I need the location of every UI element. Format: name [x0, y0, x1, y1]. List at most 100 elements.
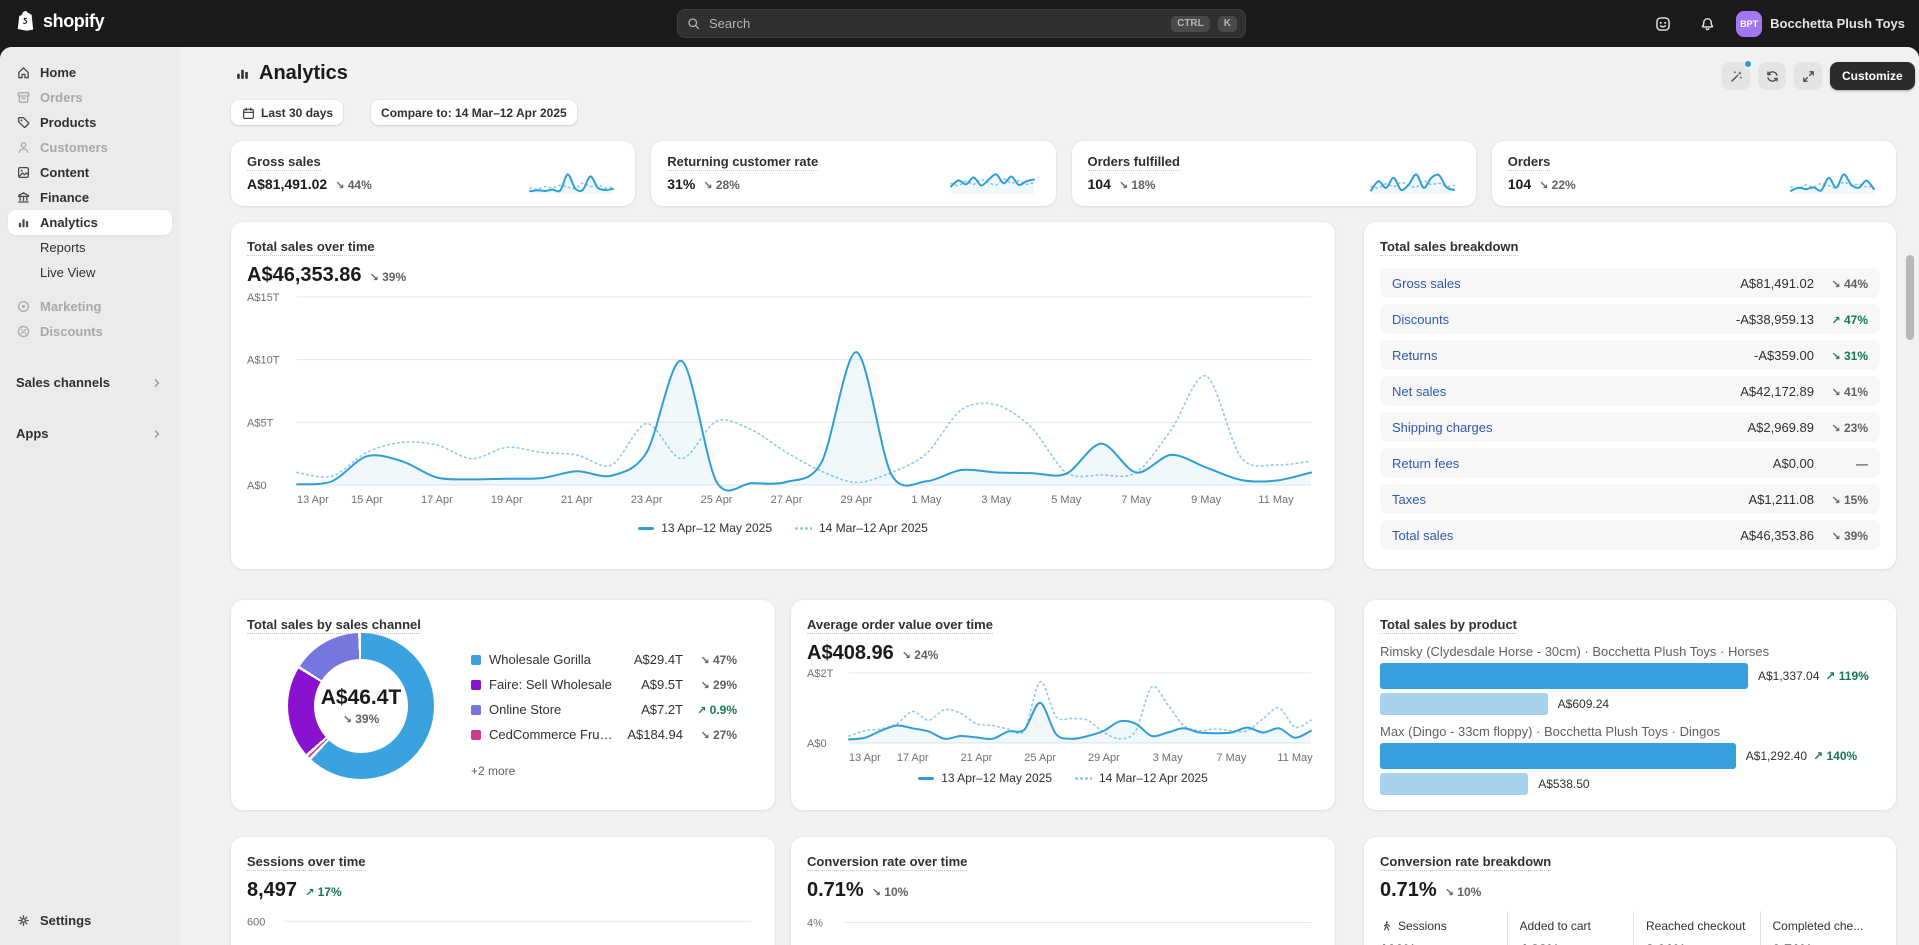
customize-button[interactable]: Customize: [1830, 62, 1915, 90]
product-bar-current: [1380, 743, 1736, 769]
breakdown-label-link[interactable]: Returns: [1392, 348, 1754, 363]
sidebar-item-orders[interactable]: Orders: [8, 85, 172, 110]
svg-text:25 Apr: 25 Apr: [1024, 752, 1056, 764]
shopify-wordmark: shopify: [43, 11, 105, 31]
product-bar-value: A$1,337.04 ↗ 119%: [1758, 669, 1869, 683]
breakdown-label-link[interactable]: Shipping charges: [1392, 420, 1747, 435]
date-range-button[interactable]: Last 30 days: [231, 100, 344, 125]
sidebar-item-analytics[interactable]: Analytics: [8, 210, 172, 235]
nav-gap: [8, 285, 172, 294]
sidebar-section-apps[interactable]: Apps: [8, 421, 172, 446]
sidebar-item-finance[interactable]: Finance: [8, 185, 172, 210]
fullscreen-button[interactable]: [1794, 62, 1822, 90]
sidebar-item-reports[interactable]: Reports: [8, 235, 172, 260]
products-icon: [16, 115, 31, 130]
breakdown-label-link[interactable]: Taxes: [1392, 492, 1748, 507]
funnel-step-header: Reached checkout: [1646, 917, 1760, 935]
global-search[interactable]: CTRL K: [677, 9, 1246, 38]
svg-text:29 Apr: 29 Apr: [1088, 752, 1120, 764]
sidebar-item-live-view[interactable]: Live View: [8, 260, 172, 285]
sparkline: [949, 173, 1035, 194]
compare-label: Compare to: 14 Mar–12 Apr 2025: [381, 105, 567, 120]
svg-text:A$10T: A$10T: [247, 355, 280, 367]
change-indicator: ↘ 29%: [700, 678, 737, 692]
breakdown-change: ↗ 47%: [1814, 312, 1868, 327]
finance-icon: [16, 190, 31, 205]
more-channels-link[interactable]: +2 more: [471, 764, 515, 778]
legend-label: 13 Apr–12 May 2025: [661, 521, 772, 535]
svg-text:7 May: 7 May: [1216, 752, 1246, 764]
legend-item: 14 Mar–12 Apr 2025: [1074, 771, 1208, 785]
breakdown-label-link[interactable]: Net sales: [1392, 384, 1740, 399]
change-indicator: ↘ 39%: [369, 270, 407, 284]
change-indicator: ↘ 10%: [871, 885, 909, 899]
breakdown-change: ↘ 39%: [1814, 528, 1868, 543]
change-indicator: ↘ 28%: [703, 178, 740, 192]
content-icon: [16, 165, 31, 180]
product-bar-row: A$538.50: [1380, 773, 1880, 795]
walker-icon: [1380, 920, 1393, 933]
svg-text:17 Apr: 17 Apr: [897, 752, 929, 764]
search-input[interactable]: [709, 16, 1164, 31]
refresh-button[interactable]: [1758, 62, 1786, 90]
product-bar-row: A$1,292.40 ↗ 140%: [1380, 743, 1880, 769]
card-title: Total sales by sales channel: [247, 617, 421, 634]
breakdown-label-link[interactable]: Gross sales: [1392, 276, 1740, 291]
shopify-logo[interactable]: shopify: [16, 10, 105, 33]
conversion-chart: 4%2%: [807, 918, 1311, 930]
store-menu[interactable]: BPT Bocchetta Plush Toys: [1736, 10, 1905, 37]
breakdown-value: A$42,172.89: [1740, 383, 1814, 399]
svg-text:4%: 4%: [807, 918, 823, 930]
svg-text:3 May: 3 May: [1153, 752, 1183, 764]
sidebar-item-products[interactable]: Products: [8, 110, 172, 135]
svg-text:17 Apr: 17 Apr: [421, 494, 453, 506]
breakdown-label-link[interactable]: Return fees: [1392, 456, 1773, 471]
sidebar-item-settings[interactable]: Settings: [8, 907, 172, 933]
channel-label: Faire: Sell Wholesale: [489, 677, 612, 692]
card-title: Total sales by product: [1380, 617, 1518, 634]
kpi-card-orders-fulfilled: Orders fulfilled 104 ↘ 18%: [1071, 141, 1476, 206]
change-indicator: —: [1856, 456, 1868, 471]
card-title: Conversion rate over time: [807, 854, 968, 871]
total-sales-value: A$46,353.86: [247, 264, 362, 286]
svg-text:5 May: 5 May: [1051, 494, 1081, 506]
change-indicator: ↘ 22%: [1539, 178, 1576, 192]
svg-text:21 Apr: 21 Apr: [561, 494, 593, 506]
conversion-rate-card: Conversion rate over time 0.71% ↘ 10% 4%2…: [791, 837, 1335, 945]
svg-text:A$5T: A$5T: [247, 417, 274, 429]
sidebar-item-marketing[interactable]: Marketing: [8, 294, 172, 319]
sidebar-section-sales-channels[interactable]: Sales channels: [8, 370, 172, 395]
gear-icon: [16, 913, 31, 928]
sidebar-item-customers[interactable]: Customers: [8, 135, 172, 160]
breakdown-label-link[interactable]: Total sales: [1392, 528, 1740, 543]
average-order-value-card: Average order value over time A$408.96 ↘ …: [791, 600, 1335, 810]
sparkline: [1369, 173, 1455, 194]
scrollbar-thumb[interactable]: [1906, 255, 1914, 340]
product-bar-compare: [1380, 693, 1548, 715]
magic-insights-button[interactable]: [1722, 60, 1752, 90]
sidekick-button[interactable]: [1648, 9, 1678, 39]
change-indicator: ↗ 17%: [305, 885, 342, 899]
sidebar-item-label: Orders: [40, 90, 83, 105]
sidebar-item-discounts[interactable]: Discounts: [8, 319, 172, 344]
legend-item: 13 Apr–12 May 2025: [638, 521, 772, 535]
product-compare-value: A$609.24: [1557, 697, 1610, 711]
notifications-button[interactable]: [1692, 9, 1722, 39]
kpi-card-returning-customer-rate: Returning customer rate 31% ↘ 28%: [651, 141, 1056, 206]
sidebar-item-label: Home: [40, 65, 77, 80]
sidebar-item-home[interactable]: Home: [8, 60, 172, 85]
breakdown-label-link[interactable]: Discounts: [1392, 312, 1736, 327]
total-sales-chart: A$15T A$10T A$5T A$0 13 Apr 15 Apr 17 Apr 19 Ap…: [247, 292, 1312, 506]
funnel-step-header: Added to cart: [1520, 917, 1634, 935]
funnel-step-label: Sessions: [1398, 919, 1447, 933]
channel-value: A$184.94: [627, 727, 683, 742]
sidebar-item-label: Marketing: [40, 299, 102, 314]
date-range-label: Last 30 days: [261, 105, 334, 120]
compare-button[interactable]: Compare to: 14 Mar–12 Apr 2025: [371, 100, 577, 125]
sidebar-item-content[interactable]: Content: [8, 160, 172, 185]
sales-by-channel-card: Total sales by sales channel A$46.4T ↘ 3…: [231, 600, 775, 810]
funnel-step-sessions: Sessions 100%8,497: [1380, 911, 1507, 945]
change-indicator: ↘ 39%: [1831, 528, 1868, 543]
change-indicator: ↘ 44%: [1831, 276, 1868, 291]
sidebar-item-label: Content: [40, 165, 90, 180]
